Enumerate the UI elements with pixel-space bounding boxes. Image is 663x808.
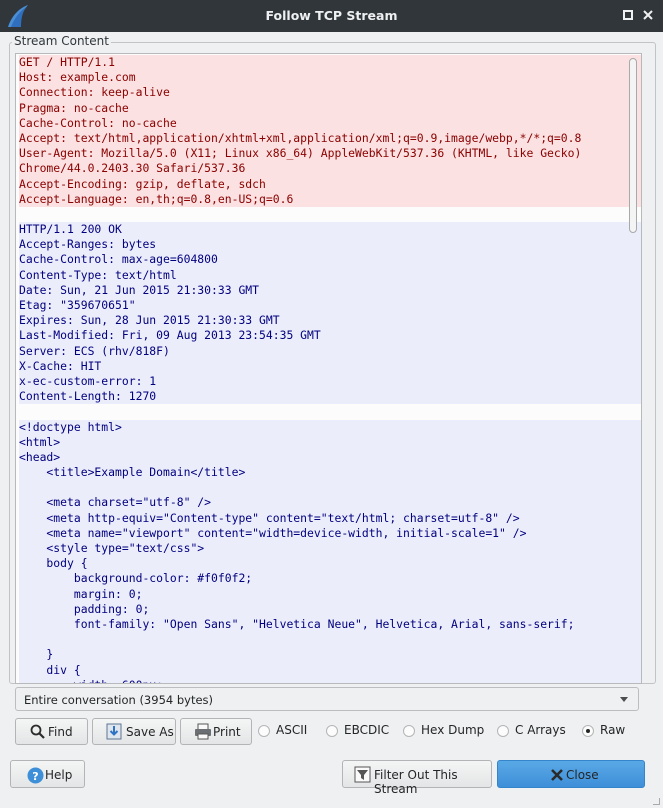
client-stream-line: GET / HTTP/1.1 (19, 55, 641, 71)
server-stream-line: <meta charset="utf-8" /> (19, 495, 641, 511)
server-stream-line: Expires: Sun, 28 Jun 2015 21:30:33 GMT (19, 313, 641, 329)
server-stream-line: body { (19, 556, 641, 572)
server-stream-line: margin: 0; (19, 586, 641, 602)
find-button[interactable]: Find (15, 718, 88, 745)
printer-icon (194, 723, 212, 743)
server-stream-line: Accept-Ranges: bytes (19, 237, 641, 253)
client-stream-line: Accept-Language: en,th;q=0.8,en-US;q=0.6 (19, 191, 641, 207)
close-label: Close (566, 768, 599, 782)
window-close-icon[interactable] (639, 6, 657, 24)
radio-indicator (403, 725, 415, 737)
client-stream-line: Cache-Control: no-cache (19, 115, 641, 131)
radio-label: Raw (600, 723, 626, 737)
filter-out-stream-button[interactable]: Filter Out This Stream (342, 760, 492, 796)
server-stream-line: <head> (19, 449, 641, 466)
client-stream-line: User-Agent: Mozilla/5.0 (X11; Linux x86_… (19, 146, 641, 162)
client-stream-line: Accept: text/html,application/xhtml+xml,… (19, 130, 641, 147)
filter-out-label: Filter Out This Stream (374, 768, 458, 796)
server-stream-line: HTTP/1.1 200 OK (19, 222, 641, 238)
server-stream-line: <!doctype html> (19, 419, 641, 435)
stream-separator (19, 207, 641, 222)
vertical-scrollbar[interactable] (629, 58, 637, 678)
server-stream-line: <html> (19, 434, 641, 450)
server-stream-line: div { (19, 662, 641, 678)
find-label: Find (48, 725, 73, 739)
radio-indicator (582, 725, 594, 737)
close-x-icon (550, 768, 564, 785)
maximize-icon[interactable] (619, 6, 637, 24)
help-icon: ? (27, 767, 44, 787)
client-stream-line: Pragma: no-cache (19, 100, 641, 116)
client-stream-line: Connection: keep-alive (19, 85, 641, 101)
window-title: Follow TCP Stream (265, 8, 398, 23)
save-as-button[interactable]: Save As (92, 718, 176, 745)
title-bar: Follow TCP Stream (0, 0, 663, 32)
server-stream-line: Etag: "359670651" (19, 298, 641, 314)
server-stream-line: padding: 0; (19, 601, 641, 617)
stream-text-area[interactable]: GET / HTTP/1.1 Host: example.com Connectio… (15, 53, 642, 684)
radio-indicator (258, 725, 270, 737)
filter-icon (354, 766, 371, 786)
server-stream-line (19, 632, 641, 648)
server-stream-line: Last-Modified: Fri, 09 Aug 2013 23:54:35… (19, 328, 641, 344)
server-stream-line: X-Cache: HIT (19, 358, 641, 374)
dropdown-arrow-icon (620, 697, 628, 702)
server-stream-line: width: 600px; (19, 677, 641, 683)
server-stream-line: Content-Type: text/html (19, 267, 641, 283)
radio-label: C Arrays (515, 723, 566, 737)
server-stream-line: Content-Length: 1270 (19, 389, 641, 405)
server-stream-line: <meta http-equiv="Content-type" content=… (19, 510, 641, 526)
stream-content-label: Stream Content (12, 34, 111, 48)
radio-indicator (326, 725, 338, 737)
server-stream-line (19, 480, 641, 496)
server-stream-line: <title>Example Domain</title> (19, 465, 641, 481)
server-stream-line: } (19, 647, 641, 663)
close-button[interactable]: Close (497, 760, 645, 788)
radio-label: ASCII (276, 723, 308, 737)
radio-label: Hex Dump (421, 723, 485, 737)
server-stream-line: x-ec-custom-error: 1 (19, 373, 641, 390)
print-button[interactable]: Print (180, 718, 252, 745)
help-label: Help (45, 768, 73, 782)
client-stream-line: Chrome/44.0.2403.30 Safari/537.36 (19, 161, 641, 177)
save-download-icon (106, 723, 122, 743)
print-label: Print (213, 725, 241, 739)
server-stream-line: <style type="text/css"> (19, 541, 641, 557)
server-stream-line: background-color: #f0f0f2; (19, 571, 641, 587)
server-stream-line: Date: Sun, 21 Jun 2015 21:30:33 GMT (19, 282, 641, 298)
client-stream-line: Host: example.com (19, 70, 641, 86)
help-button[interactable]: ? Help (10, 760, 85, 788)
radio-label: EBCDIC (344, 723, 390, 737)
server-stream-line: Server: ECS (rhv/818F) (19, 343, 641, 359)
stream-separator (19, 404, 641, 419)
conversation-select[interactable]: Entire conversation (3954 bytes) (15, 687, 639, 711)
server-stream-line: font-family: "Open Sans", "Helvetica Neu… (19, 616, 641, 633)
svg-text:?: ? (32, 770, 38, 783)
conversation-select-value: Entire conversation (3954 bytes) (24, 693, 214, 707)
resize-grip[interactable] (653, 798, 660, 805)
radio-indicator (497, 725, 509, 737)
scrollbar-handle[interactable] (629, 58, 637, 233)
magnifier-icon (30, 724, 46, 743)
save-as-label: Save As (126, 725, 174, 739)
server-stream-line: Cache-Control: max-age=604800 (19, 252, 641, 268)
client-stream-line: Accept-Encoding: gzip, deflate, sdch (19, 176, 641, 192)
stream-text: GET / HTTP/1.1 Host: example.com Connectio… (16, 54, 641, 683)
server-stream-line: <meta name="viewport" content="width=dev… (19, 525, 641, 541)
